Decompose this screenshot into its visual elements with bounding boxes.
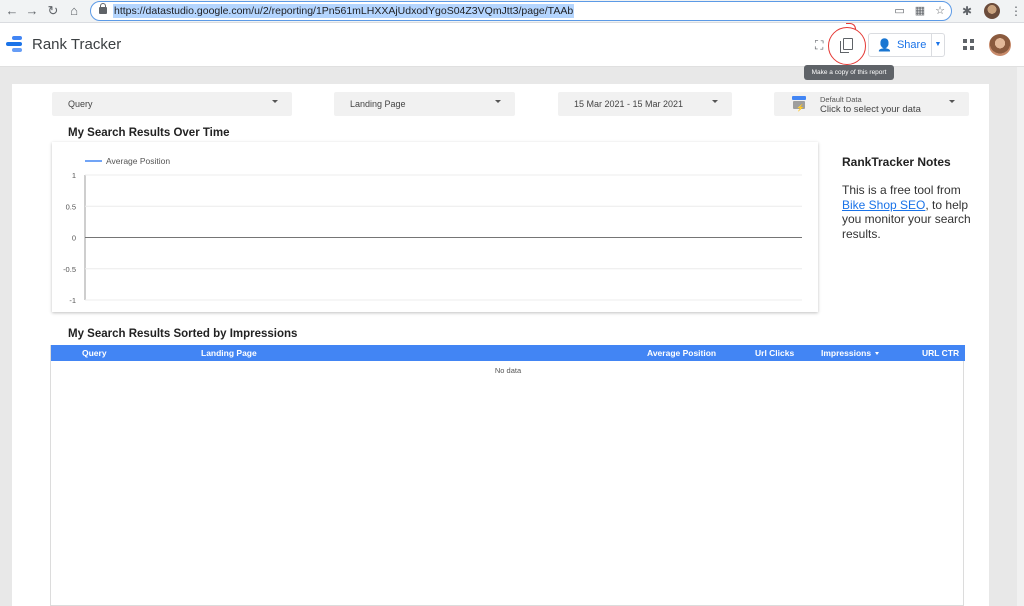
column-header-query[interactable]: Query [82,348,107,358]
chevron-down-icon [495,100,501,103]
menu-dots-icon[interactable]: ⋮ [1010,3,1022,19]
lock-icon[interactable] [99,3,107,14]
table-header: Query Landing Page Average Position Url … [51,345,965,361]
table-empty-message: No data [494,366,522,375]
chart-svg: Average Position 1 0.5 0 -0.5 -1 [63,156,802,305]
results-table: Query Landing Page Average Position Url … [50,345,965,606]
back-icon[interactable]: ← [4,3,20,19]
annotation-circle [828,27,866,65]
chevron-down-icon [272,100,278,103]
data-studio-logo-icon[interactable] [6,35,24,53]
column-header-impressions[interactable]: Impressions [821,348,880,358]
url-text[interactable]: https://datastudio.google.com/u/2/report… [113,4,575,18]
extensions-icon[interactable]: ✱ [962,3,972,19]
y-tick-label: -0.5 [63,265,76,274]
copy-tooltip: Make a copy of this report [804,65,894,80]
notes-body: This is a free tool from Bike Shop SEO, … [842,183,977,241]
query-filter-label: Query [68,99,93,109]
y-tick-label: 0 [72,234,76,243]
profile-avatar[interactable] [984,3,1000,19]
data-source-icon: ⚡ [792,96,806,112]
legend-label[interactable]: Average Position [106,156,170,166]
app-header: Rank Tracker ⛶ 👤 Share ▼ [0,23,1024,67]
chevron-down-icon [712,100,718,103]
report-title[interactable]: Rank Tracker [32,36,121,53]
y-tick-label: 0.5 [66,202,76,211]
y-tick-label: 1 [72,171,76,180]
data-source-title: Default Data [820,95,862,104]
qr-icon[interactable]: ▦ [915,4,925,18]
column-header-average-position[interactable]: Average Position [647,348,716,358]
cast-icon[interactable]: ▭ [894,4,904,18]
chart-section-title: My Search Results Over Time [68,127,230,139]
share-button[interactable]: 👤 Share [868,33,932,57]
share-dropdown-button[interactable]: ▼ [931,33,945,57]
time-series-chart[interactable]: Average Position 1 0.5 0 -0.5 -1 [52,142,818,312]
user-avatar[interactable] [989,34,1011,56]
bookmark-star-icon[interactable]: ☆ [935,4,945,18]
apps-grid-icon[interactable] [963,39,974,50]
share-label: Share [896,39,927,51]
data-source-hint: Click to select your data [820,104,921,115]
reload-icon[interactable]: ↻ [45,3,61,19]
scrollbar[interactable] [1017,67,1024,606]
home-icon[interactable]: ⌂ [66,3,82,19]
column-header-url-ctr[interactable]: URL CTR [922,348,959,358]
column-header-url-clicks[interactable]: Url Clicks [755,348,794,358]
landing-page-filter-label: Landing Page [350,99,406,109]
date-range-label: 15 Mar 2021 - 15 Mar 2021 [574,99,684,109]
y-tick-label: -1 [69,296,76,305]
chevron-down-icon [949,100,955,103]
column-header-impressions-label: Impressions [821,348,872,358]
landing-page-filter-control[interactable]: Landing Page [334,92,515,116]
forward-icon[interactable]: → [24,3,40,19]
query-filter-control[interactable]: Query [52,92,292,116]
notes-text-before: This is a free tool from [842,183,961,197]
fullscreen-icon[interactable]: ⛶ [815,37,823,53]
notes-title: RankTracker Notes [842,155,951,169]
address-bar[interactable]: https://datastudio.google.com/u/2/report… [90,1,952,21]
add-person-icon: 👤 [877,38,892,52]
sort-desc-icon [875,352,880,356]
browser-toolbar: ← → ↻ ⌂ https://datastudio.google.com/u/… [0,0,1024,23]
table-section-title: My Search Results Sorted by Impressions [68,328,298,340]
bike-shop-seo-link[interactable]: Bike Shop SEO [842,198,925,212]
annotation-mark [846,23,856,29]
data-source-control[interactable]: ⚡ Default Data Click to select your data [774,92,969,116]
column-header-landing-page[interactable]: Landing Page [201,348,257,358]
date-range-control[interactable]: 15 Mar 2021 - 15 Mar 2021 [558,92,732,116]
